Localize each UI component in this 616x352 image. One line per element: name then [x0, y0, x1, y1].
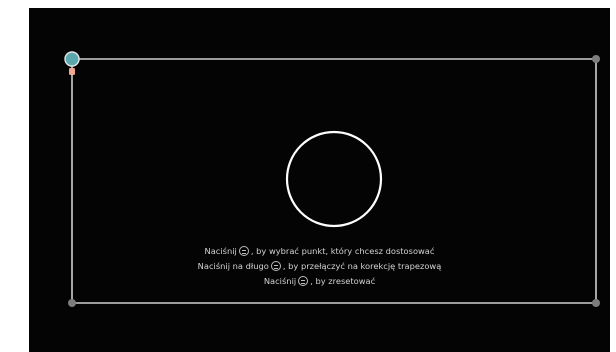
keystone-frame — [64, 51, 600, 307]
down-arrow-icon — [69, 68, 75, 75]
center-circle — [285, 130, 383, 228]
keystone-screen: Naciśnij, by wybrać punkt, który chcesz … — [29, 8, 610, 352]
selected-corner-handle[interactable] — [64, 51, 80, 67]
instruction-line-2: Naciśnij na długo, by przełączyć na kore… — [197, 261, 442, 271]
instructions: Naciśnij, by wybrać punkt, który chcesz … — [29, 244, 610, 289]
ok-button-icon — [270, 261, 281, 271]
corner-handle-top-right[interactable] — [592, 55, 600, 63]
ok-button-icon — [238, 246, 249, 256]
back-button-icon — [298, 276, 309, 286]
instruction-line-3: Naciśnij, by zresetować — [263, 276, 376, 286]
corner-handle-bottom-right[interactable] — [592, 299, 600, 307]
corner-handle-bottom-left[interactable] — [68, 299, 76, 307]
instruction-line-1: Naciśnij, by wybrać punkt, który chcesz … — [204, 246, 435, 256]
